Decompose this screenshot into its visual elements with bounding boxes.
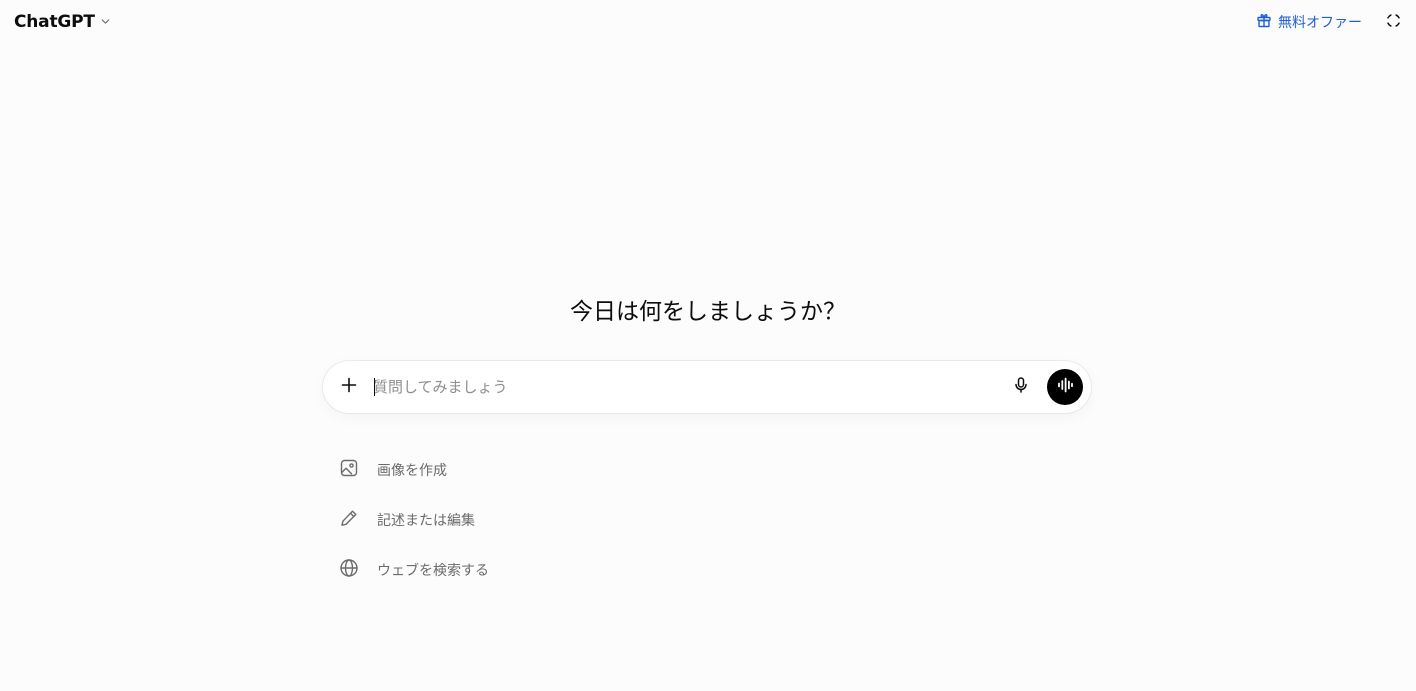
suggestion-list: 画像を作成 記述または編集 ウェブを検索する: [330, 449, 730, 599]
suggestion-create-image[interactable]: 画像を作成: [330, 449, 730, 491]
text-caret: [374, 378, 375, 396]
suggestion-label: ウェブを検索する: [377, 563, 489, 579]
waveform-icon: [1055, 375, 1075, 399]
dashed-circle-icon: [1385, 12, 1402, 33]
add-attachment-button[interactable]: [337, 375, 361, 399]
model-switcher-button[interactable]: ChatGPT: [14, 12, 112, 32]
suggestion-write-or-edit[interactable]: 記述または編集: [330, 499, 730, 541]
free-offer-label: 無料オファー: [1278, 15, 1362, 31]
microphone-icon: [1012, 376, 1030, 398]
page-title: 今日は何をしましょうか？: [570, 299, 846, 325]
header-actions: 無料オファー: [1256, 12, 1402, 32]
top-bar: ChatGPT 無料オファー: [0, 0, 1416, 44]
gift-icon: [1256, 12, 1272, 32]
globe-icon: [339, 558, 359, 582]
prompt-input[interactable]: [373, 373, 993, 401]
temporary-chat-button[interactable]: [1384, 13, 1402, 31]
chevron-down-icon: [99, 13, 112, 32]
composer: [323, 361, 1091, 413]
suggestion-label: 記述または編集: [377, 513, 475, 529]
pencil-icon: [339, 508, 359, 532]
free-offer-link[interactable]: 無料オファー: [1256, 12, 1362, 32]
voice-mode-button[interactable]: [1047, 369, 1083, 405]
image-icon: [339, 458, 359, 482]
suggestion-label: 画像を作成: [377, 463, 447, 479]
model-name: ChatGPT: [14, 12, 95, 32]
chat-page: ChatGPT 無料オファー 今日は何をしましょうか？ 質問してみましょう 画像…: [0, 0, 1416, 691]
plus-icon: [340, 376, 358, 398]
suggestion-search-web[interactable]: ウェブを検索する: [330, 549, 730, 591]
dictate-button[interactable]: [1009, 375, 1033, 399]
